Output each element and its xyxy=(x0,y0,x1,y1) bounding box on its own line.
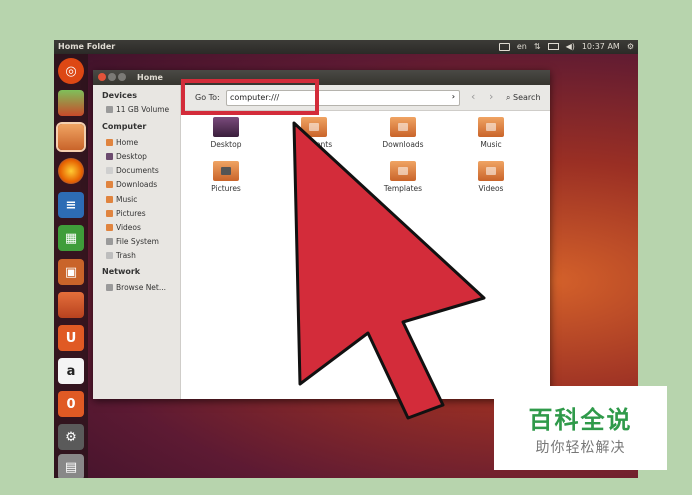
watermark-logo: 百科全说 助你轻松解决 xyxy=(494,386,667,470)
watermark-title: 百科全说 xyxy=(528,406,633,434)
watermark-subtitle: 助你轻松解决 xyxy=(535,440,626,456)
